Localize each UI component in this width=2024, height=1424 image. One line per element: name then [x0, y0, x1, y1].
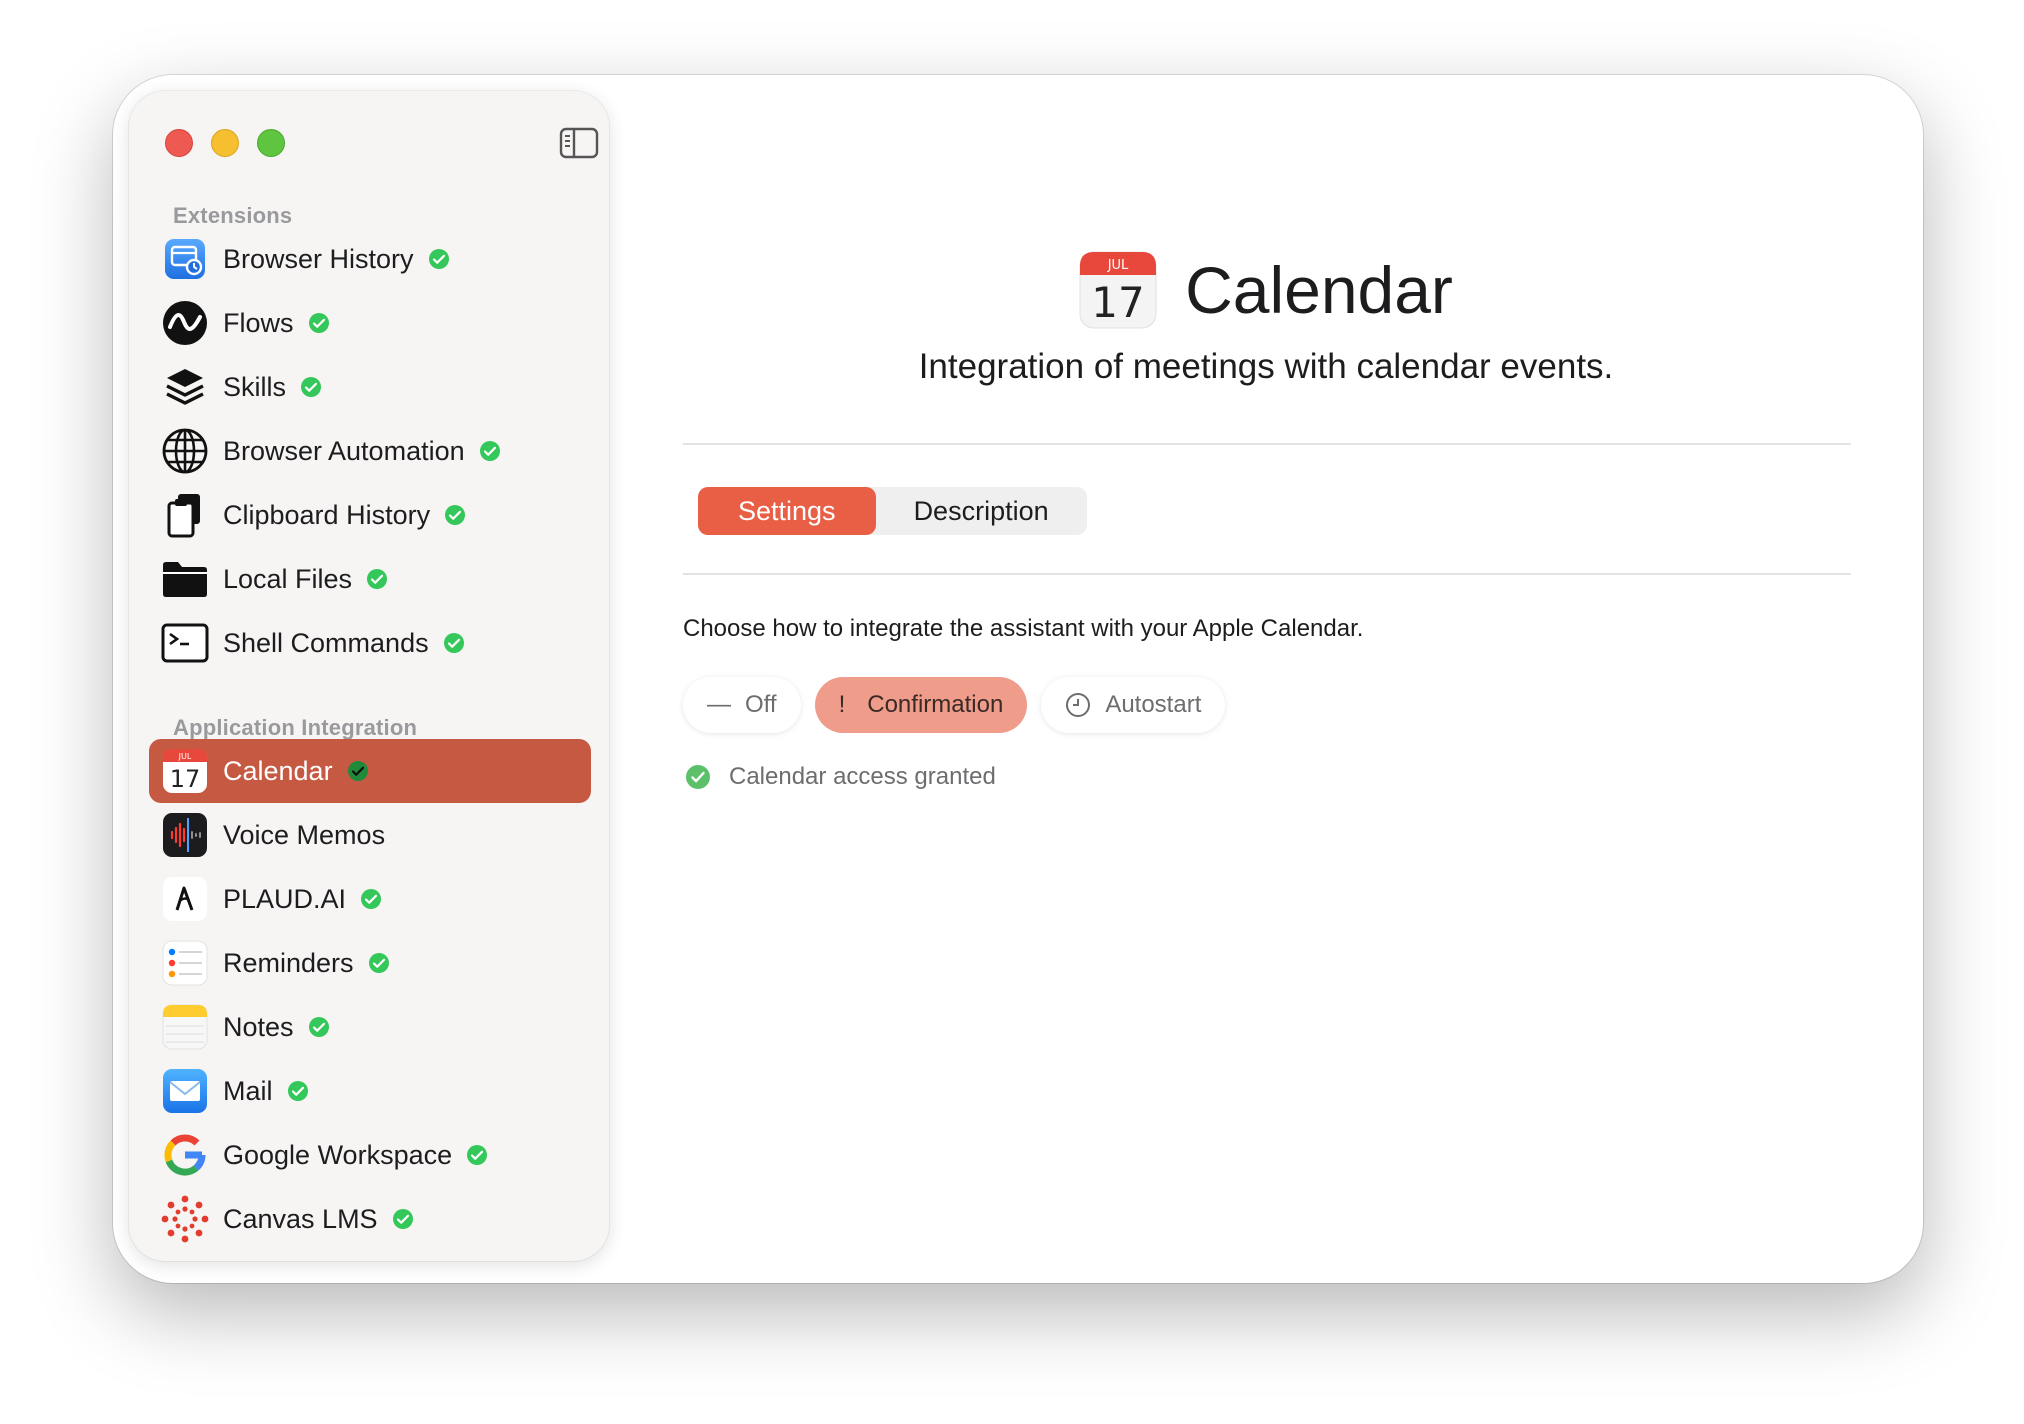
sidebar-item-label: Shell Commands [223, 627, 429, 658]
check-circle-icon [287, 1081, 308, 1101]
check-circle-icon [367, 569, 388, 589]
exclamation-icon: ! [838, 691, 846, 718]
mode-off-button[interactable]: — Off [683, 677, 801, 733]
svg-text:JUL: JUL [1107, 258, 1129, 273]
divider [683, 443, 1851, 445]
check-circle-icon [445, 505, 466, 525]
sidebar-item-google-workspace[interactable]: Google Workspace [149, 1123, 591, 1187]
svg-text:JUL: JUL [178, 752, 192, 761]
sidebar-item-label: Mail [223, 1075, 273, 1106]
dash-icon: — [707, 691, 731, 718]
close-window-button[interactable] [165, 129, 193, 157]
sidebar-item-label: Voice Memos [223, 819, 386, 850]
sidebar-item-clipboard-history[interactable]: Clipboard History [149, 483, 591, 547]
mode-confirmation-button[interactable]: ! Confirmation [814, 677, 1028, 733]
sidebar-item-canvas-lms[interactable]: Canvas LMS [149, 1187, 591, 1251]
svg-text:17: 17 [1091, 278, 1144, 327]
sidebar-toggle-icon[interactable] [559, 127, 599, 159]
sidebar-item-label: Google Workspace [223, 1139, 453, 1170]
page-header: JUL 17 Calendar [113, 251, 1923, 329]
integration-mode-selector: — Off ! Confirmation Autostart [683, 677, 1239, 733]
calendar-icon: JUL 17 [161, 747, 209, 795]
minimize-window-button[interactable] [211, 129, 239, 157]
sidebar-item-label: Notes [223, 1011, 294, 1042]
divider [683, 573, 1851, 575]
sidebar-item-skills[interactable]: Skills [149, 355, 591, 419]
voice-memos-icon [161, 811, 209, 859]
check-circle-icon [308, 1017, 329, 1037]
app-window: Extensions Browser History Flows Skills … [113, 75, 1923, 1283]
access-status: Calendar access granted [685, 763, 996, 791]
sidebar-item-label: PLAUD.AI [223, 883, 347, 914]
plaud-icon [161, 875, 209, 923]
mode-autostart-button[interactable]: Autostart [1041, 677, 1226, 733]
sidebar-item-reminders[interactable]: Reminders [149, 931, 591, 995]
tab-bar: Settings Description [698, 487, 1087, 535]
tab-description[interactable]: Description [876, 487, 1087, 535]
integration-instructions: Choose how to integrate the assistant wi… [683, 615, 1364, 642]
zoom-window-button[interactable] [257, 129, 285, 157]
sidebar-item-label: Reminders [223, 947, 354, 978]
check-circle-icon [368, 953, 389, 973]
section-application-integration: Application Integration [173, 715, 418, 740]
check-circle-icon [467, 1145, 488, 1165]
page-title: Calendar [1185, 253, 1453, 327]
terminal-icon [161, 619, 209, 667]
sidebar-item-label: Clipboard History [223, 499, 431, 530]
mode-label: Off [745, 691, 777, 718]
clock-icon [1065, 692, 1091, 718]
check-circle-icon [479, 441, 500, 461]
check-circle-icon [443, 633, 464, 653]
sidebar-item-label: Calendar [223, 755, 333, 786]
check-circle-icon [301, 377, 322, 397]
page-subtitle: Integration of meetings with calendar ev… [918, 347, 1614, 386]
mode-label: Confirmation [867, 691, 1004, 718]
sidebar-item-local-files[interactable]: Local Files [149, 547, 591, 611]
skills-icon [161, 363, 209, 411]
calendar-icon: JUL 17 [1079, 251, 1157, 329]
check-circle-icon [392, 1209, 413, 1229]
svg-text:17: 17 [170, 765, 201, 793]
reminders-icon [161, 939, 209, 987]
sidebar-item-calendar[interactable]: JUL 17 Calendar [149, 739, 591, 803]
globe-icon [161, 427, 209, 475]
sidebar-item-mail[interactable]: Mail [149, 1059, 591, 1123]
section-extensions: Extensions [173, 203, 293, 228]
folder-icon [161, 555, 209, 603]
google-icon [161, 1131, 209, 1179]
sidebar-item-shell-commands[interactable]: Shell Commands [149, 611, 591, 675]
canvas-icon [161, 1195, 209, 1243]
sidebar-item-label: Local Files [223, 563, 353, 594]
sidebar-item-voice-memos[interactable]: Voice Memos [149, 803, 591, 867]
sidebar-item-notes[interactable]: Notes [149, 995, 591, 1059]
clipboard-icon [161, 491, 209, 539]
check-circle-icon [347, 761, 368, 781]
check-circle-icon [361, 889, 382, 909]
sidebar-item-label: Browser Automation [223, 435, 465, 466]
tab-settings[interactable]: Settings [698, 487, 876, 535]
sidebar-item-label: Skills [223, 371, 287, 402]
check-circle-icon [686, 765, 710, 789]
sidebar-item-plaud-ai[interactable]: PLAUD.AI [149, 867, 591, 931]
notes-icon [161, 1003, 209, 1051]
mode-label: Autostart [1105, 691, 1202, 718]
sidebar-item-browser-automation[interactable]: Browser Automation [149, 419, 591, 483]
mail-icon [161, 1067, 209, 1115]
status-text: Calendar access granted [729, 763, 996, 790]
sidebar-item-label: Canvas LMS [223, 1203, 378, 1234]
